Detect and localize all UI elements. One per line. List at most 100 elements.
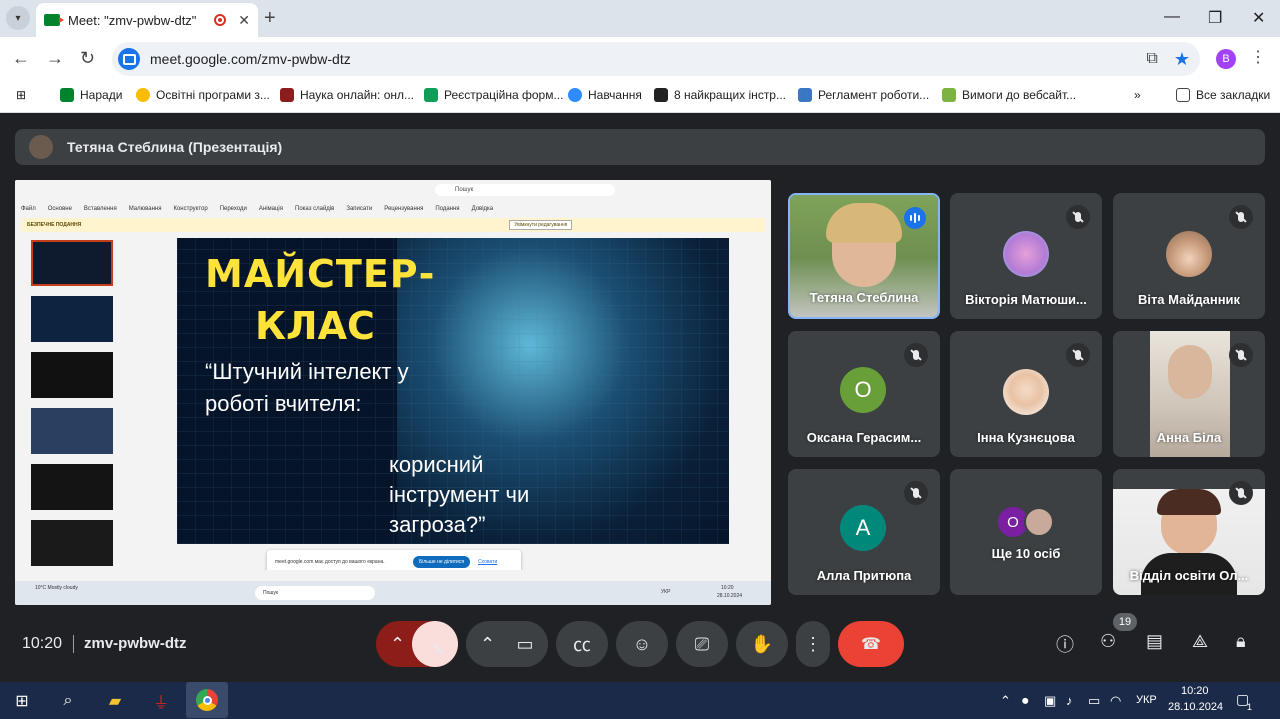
participant-tile[interactable]: Вікторія Матюши... — [950, 193, 1102, 319]
mic-toggle-button[interactable] — [412, 621, 458, 667]
bookmark-item[interactable]: Освітні програми з... — [136, 88, 270, 102]
bookmark-item[interactable]: Реєстраційна форм... — [424, 88, 563, 102]
captions-button[interactable]: ㏄ — [556, 621, 608, 667]
windows-taskbar: ⊞ ⌕ ▰ ⏚ ⌃ ⏺ ▣ ♪ ▭ ◠ УКР 10:20 28.10.2024… — [0, 682, 1280, 719]
bookmark-item[interactable]: Наради — [60, 88, 122, 102]
activities-icon[interactable]: ⟁ — [1192, 631, 1208, 652]
address-bar[interactable]: meet.google.com/zmv-pwbw-dtz ⧉ ★ — [112, 42, 1200, 76]
open-in-window-icon[interactable]: ⧉ — [1146, 50, 1157, 68]
ppt-menu-item: Переходи — [219, 206, 247, 212]
volume-icon[interactable]: ♪ — [1066, 693, 1073, 708]
language-indicator[interactable]: УКР — [1136, 694, 1157, 706]
bookmark-label: Реєстраційна форм... — [444, 88, 564, 102]
participant-tile[interactable]: Віта Майданник — [1113, 193, 1265, 319]
leave-call-button[interactable]: ☎ — [838, 621, 904, 667]
emoji-icon: ☺ — [632, 633, 652, 654]
bookmark-item[interactable]: 8 найкращих інстр... — [654, 88, 786, 102]
slide-thumb — [31, 240, 113, 286]
restore-icon[interactable]: ❐ — [1208, 8, 1222, 28]
participant-count-badge: 19 — [1113, 613, 1137, 631]
ppt-menu-item: Показ слайдів — [295, 206, 335, 212]
tab-search-icon[interactable]: ▾ — [6, 6, 30, 30]
all-bookmarks[interactable]: Все закладки — [1176, 88, 1270, 102]
bookmark-favicon-icon — [798, 88, 812, 102]
chrome-taskbar-icon[interactable] — [186, 682, 228, 718]
chrome-icon — [196, 689, 218, 711]
participant-tile[interactable]: А Алла Притюпа — [788, 469, 940, 595]
profile-avatar[interactable]: B — [1216, 49, 1236, 69]
tray-overflow-icon[interactable]: ⌃ — [1000, 693, 1011, 709]
present-button[interactable]: ⎚ — [676, 621, 728, 667]
ppt-menu-item: Конструктор — [173, 206, 208, 212]
host-controls-icon[interactable]: 🔒︎ — [1236, 631, 1246, 652]
meet-stage: Тетяна Стеблина (Презентація) Пошук Файл… — [0, 113, 1280, 682]
wifi-icon[interactable]: ◠ — [1110, 693, 1121, 709]
back-icon[interactable]: ← — [12, 48, 30, 69]
search-icon[interactable]: ⌕ — [55, 688, 81, 714]
apps-grid-icon[interactable]: ⊞ — [16, 88, 26, 102]
ppt-menu-item: Записати — [346, 206, 373, 212]
bookmark-item[interactable]: Вимоги до вебсайт... — [942, 88, 1076, 102]
windows-start-icon[interactable]: ⊞ — [9, 688, 35, 714]
bookmark-favicon-icon — [136, 88, 150, 102]
camera-toggle-button[interactable]: ▭ — [502, 621, 548, 667]
chat-icon[interactable]: ▤ — [1146, 631, 1163, 652]
participant-name: Вікторія Матюши... — [965, 292, 1087, 307]
more-avatars: О — [998, 507, 1054, 537]
network-icon[interactable]: ▭ — [1088, 693, 1100, 709]
meeting-clock: 10:20 — [22, 635, 63, 652]
taskbar-time[interactable]: 10:20 — [1181, 685, 1209, 697]
forward-icon[interactable]: → — [46, 48, 64, 69]
microphone-tray-icon[interactable]: ⏺ — [1022, 693, 1029, 709]
bookmark-label: Вимоги до вебсайт... — [962, 88, 1077, 102]
people-icon[interactable]: ⚇ — [1100, 631, 1116, 652]
slide-quote-part2: корисний інструмент чи загроза?” — [389, 452, 530, 537]
mic-off-icon — [1066, 343, 1090, 367]
bookmarks-bar: ⊞ Наради Освітні програми з... Наука онл… — [0, 81, 1280, 113]
url-text[interactable]: meet.google.com/zmv-pwbw-dtz — [150, 51, 1146, 67]
tab-close-icon[interactable]: ✕ — [238, 12, 250, 29]
site-info-icon[interactable] — [118, 48, 140, 70]
acrobat-icon[interactable]: ⏚ — [148, 688, 174, 714]
more-participants-tile[interactable]: О Ще 10 осіб — [950, 469, 1102, 595]
all-bookmarks-label: Все закладки — [1196, 88, 1271, 102]
hang-up-icon: ☎ — [861, 636, 881, 653]
shared-screen[interactable]: Пошук Файл Основне Вставлення Малювання … — [15, 180, 771, 605]
bookmark-label: Наради — [80, 88, 123, 102]
browser-tab[interactable]: Meet: "zmv-pwbw-dtz" ✕ — [36, 3, 258, 37]
screen-share-tray-icon[interactable]: ▣ — [1044, 693, 1056, 709]
raise-hand-button[interactable]: ✋ — [736, 621, 788, 667]
participant-tile[interactable]: Інна Кузнєцова — [950, 331, 1102, 457]
current-slide: МАЙСТЕР- КЛАС “Штучний інтелект у роботі… — [177, 238, 729, 544]
bookmark-star-icon[interactable]: ★ — [1174, 49, 1190, 70]
bookmarks-overflow-icon[interactable]: » — [1134, 88, 1141, 102]
meeting-info-icon[interactable]: ⓘ — [1056, 631, 1074, 657]
reactions-button[interactable]: ☺ — [616, 621, 668, 667]
participant-tile[interactable]: Відділ освіти Ол... — [1113, 469, 1265, 595]
bookmark-favicon-icon — [942, 88, 956, 102]
reload-icon[interactable]: ↻ — [80, 48, 95, 69]
protected-view-bar: БЕЗПЕЧНЕ ПОДАННЯ Увімкнути редагування — [21, 218, 765, 232]
minimize-icon[interactable]: — — [1164, 8, 1180, 26]
folder-icon — [1176, 88, 1190, 102]
bookmark-item[interactable]: Навчання — [568, 88, 642, 102]
close-window-icon[interactable]: ✕ — [1252, 8, 1265, 28]
taskbar-date[interactable]: 28.10.2024 — [1168, 701, 1223, 713]
bookmark-item[interactable]: Регламент роботи... — [798, 88, 929, 102]
bookmark-item[interactable]: Наука онлайн: онл... — [280, 88, 414, 102]
participant-avatar — [1003, 369, 1049, 415]
more-options-button[interactable]: ⋮ — [796, 621, 830, 667]
browser-menu-icon[interactable]: ⋮ — [1250, 47, 1266, 67]
ppt-menu-item: Подання — [435, 206, 460, 212]
participant-tile[interactable]: О Оксана Герасим... — [788, 331, 940, 457]
file-explorer-icon[interactable]: ▰ — [102, 688, 128, 714]
participant-tile[interactable]: Анна Біла — [1113, 331, 1265, 457]
sharing-notification-text: meet.google.com має доступ до вашого екр… — [275, 559, 385, 565]
protected-view-label: БЕЗПЕЧНЕ ПОДАННЯ — [27, 222, 82, 228]
weather-widget: 10°C Mostly cloudy — [35, 585, 78, 591]
participant-tile[interactable]: Тетяна Стеблина — [788, 193, 940, 319]
slide-thumb — [31, 408, 113, 454]
mic-off-icon — [1229, 481, 1253, 505]
ppt-menu-item: Малювання — [128, 206, 162, 212]
new-tab-icon[interactable]: + — [264, 7, 276, 30]
